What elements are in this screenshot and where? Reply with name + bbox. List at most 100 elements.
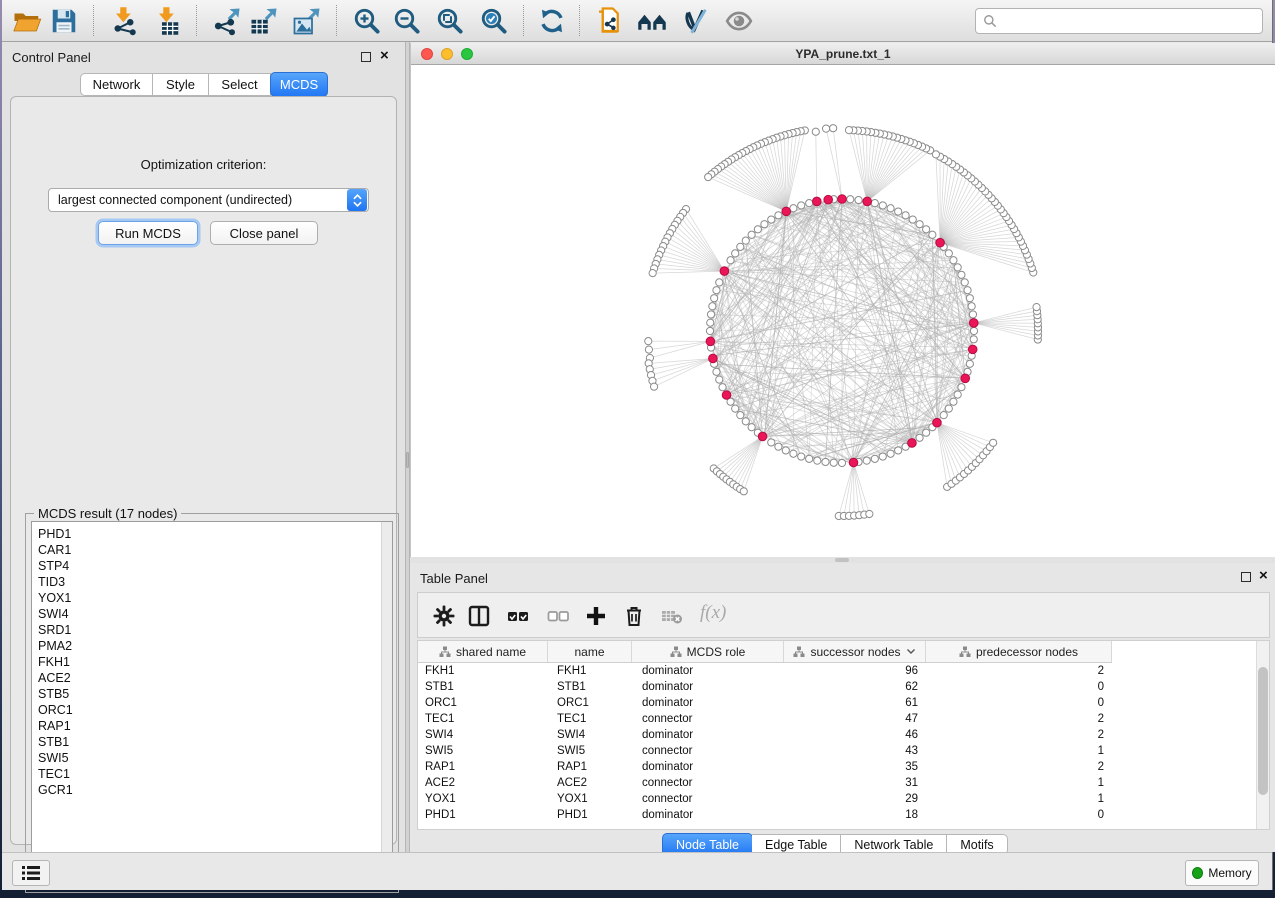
mcds-result-item[interactable]: STB5: [32, 686, 392, 702]
network-node[interactable]: [748, 231, 755, 238]
table-row[interactable]: SWI4SWI4dominator462: [418, 727, 1256, 743]
mcds-result-item[interactable]: SRD1: [32, 622, 392, 638]
network-node[interactable]: [879, 453, 886, 460]
network-node[interactable]: [798, 202, 805, 209]
mcds-result-item[interactable]: GCR1: [32, 782, 392, 798]
columns-icon[interactable]: [467, 604, 491, 628]
mcds-result-item[interactable]: ORC1: [32, 702, 392, 718]
network-node[interactable]: [916, 221, 923, 228]
import-network-icon[interactable]: [109, 6, 139, 36]
network-node[interactable]: [822, 125, 829, 132]
close-panel-icon[interactable]: ×: [1259, 567, 1268, 585]
select-all-icon[interactable]: [506, 604, 530, 628]
network-node[interactable]: [909, 216, 916, 223]
network-node[interactable]: [916, 434, 923, 441]
network-node[interactable]: [812, 128, 819, 135]
search-field[interactable]: [975, 8, 1263, 34]
network-node[interactable]: [650, 383, 657, 390]
mcds-hub-node[interactable]: [720, 267, 729, 276]
network-node[interactable]: [887, 205, 894, 212]
network-node[interactable]: [871, 455, 878, 462]
mcds-hub-node[interactable]: [758, 432, 767, 441]
refresh-layout-icon[interactable]: [537, 6, 567, 36]
network-node[interactable]: [968, 303, 975, 310]
export-table-icon[interactable]: [249, 6, 279, 36]
mcds-list-scrollbar[interactable]: [381, 522, 392, 886]
save-session-icon[interactable]: [49, 6, 79, 36]
open-file-icon[interactable]: [12, 6, 42, 36]
run-mcds-button[interactable]: Run MCDS: [98, 221, 198, 245]
network-node[interactable]: [806, 455, 813, 462]
tab-mcds[interactable]: MCDS: [270, 72, 328, 97]
network-node[interactable]: [945, 405, 952, 412]
tab-style[interactable]: Style: [153, 73, 209, 96]
network-node[interactable]: [923, 226, 930, 233]
network-node[interactable]: [742, 418, 749, 425]
network-node[interactable]: [1033, 304, 1040, 311]
first-neighbors-icon[interactable]: [637, 6, 667, 36]
network-node[interactable]: [727, 257, 734, 264]
column-header[interactable]: predecessor nodes: [926, 641, 1112, 663]
table-scrollbar[interactable]: [1256, 641, 1269, 829]
task-history-button[interactable]: [12, 860, 50, 886]
mcds-hub-node[interactable]: [908, 439, 917, 448]
splitter-grip[interactable]: [406, 452, 409, 468]
network-node[interactable]: [806, 200, 813, 207]
network-node[interactable]: [740, 488, 747, 495]
new-network-from-selection-icon[interactable]: [594, 6, 624, 36]
mcds-hub-node[interactable]: [838, 195, 847, 204]
network-node[interactable]: [871, 200, 878, 207]
mcds-hub-node[interactable]: [782, 207, 791, 216]
mcds-hub-node[interactable]: [863, 197, 872, 206]
toggle-visibility-icon[interactable]: [724, 6, 754, 36]
network-node[interactable]: [707, 311, 714, 318]
mcds-hub-node[interactable]: [961, 374, 970, 383]
network-node[interactable]: [737, 243, 744, 250]
scrollbar-thumb[interactable]: [1258, 667, 1268, 795]
table-row[interactable]: STB1STB1dominator620: [418, 679, 1256, 695]
network-node[interactable]: [863, 457, 870, 464]
add-column-icon[interactable]: [584, 604, 608, 628]
table-row[interactable]: PHD1PHD1dominator180: [418, 807, 1256, 823]
zoom-in-icon[interactable]: [352, 6, 382, 36]
network-node[interactable]: [966, 295, 973, 302]
mcds-hub-node[interactable]: [706, 337, 715, 346]
network-node[interactable]: [754, 226, 761, 233]
mcds-hub-node[interactable]: [849, 458, 858, 467]
mcds-hub-node[interactable]: [813, 197, 822, 206]
network-node[interactable]: [649, 270, 656, 277]
mcds-hub-node[interactable]: [709, 354, 718, 363]
zoom-out-icon[interactable]: [392, 6, 422, 36]
network-node[interactable]: [814, 457, 821, 464]
network-node[interactable]: [970, 336, 977, 343]
table-row[interactable]: TEC1TEC1connector472: [418, 711, 1256, 727]
network-node[interactable]: [895, 208, 902, 215]
tab-network[interactable]: Network: [80, 73, 153, 96]
network-node[interactable]: [961, 279, 968, 286]
splitter-grip[interactable]: [835, 558, 849, 562]
network-node[interactable]: [737, 412, 744, 419]
tab-select[interactable]: Select: [209, 73, 271, 96]
table-row[interactable]: SWI5SWI5connector431: [418, 743, 1256, 759]
network-node[interactable]: [830, 125, 837, 132]
mcds-result-item[interactable]: TID3: [32, 574, 392, 590]
network-node[interactable]: [958, 271, 965, 278]
network-node[interactable]: [713, 368, 720, 375]
network-node[interactable]: [964, 287, 971, 294]
network-node[interactable]: [709, 303, 716, 310]
export-image-icon[interactable]: [292, 6, 322, 36]
network-node[interactable]: [887, 450, 894, 457]
table-row[interactable]: RAP1RAP1dominator352: [418, 759, 1256, 775]
table-row[interactable]: YOX1YOX1connector291: [418, 791, 1256, 807]
network-view-canvas[interactable]: [411, 65, 1275, 557]
network-node[interactable]: [761, 221, 768, 228]
mcds-result-item[interactable]: TEC1: [32, 766, 392, 782]
memory-button[interactable]: Memory: [1185, 860, 1259, 886]
network-node[interactable]: [742, 237, 749, 244]
network-node[interactable]: [790, 450, 797, 457]
network-node[interactable]: [711, 295, 718, 302]
mcds-result-item[interactable]: SWI5: [32, 750, 392, 766]
column-header[interactable]: MCDS role: [632, 641, 784, 663]
network-node[interactable]: [719, 384, 726, 391]
close-panel-button[interactable]: Close panel: [210, 221, 318, 245]
